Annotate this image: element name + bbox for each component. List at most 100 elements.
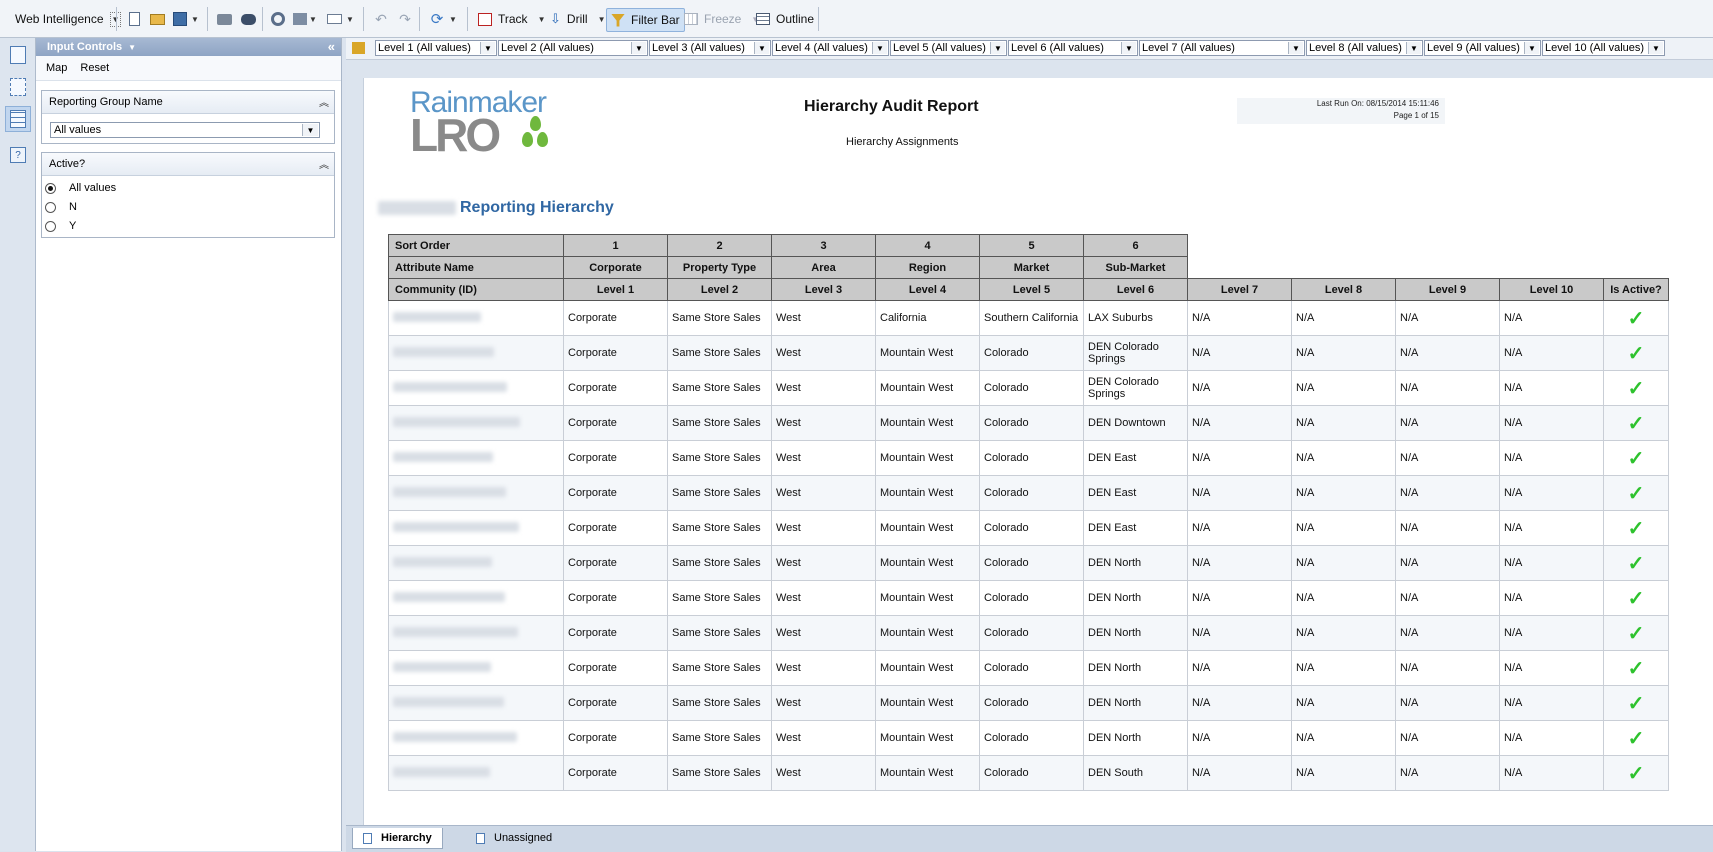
selected-value: All values (54, 124, 102, 136)
export-dropdown[interactable]: ▼ (307, 8, 319, 30)
table-cell: N/A (1291, 685, 1396, 721)
level-1-filter[interactable]: Level 1 (All values) ▼ (375, 40, 497, 56)
table-cell: Colorado (979, 580, 1084, 616)
print-button[interactable] (214, 8, 234, 30)
table-cell: Corporate (563, 615, 668, 651)
table-cell: N/A (1395, 720, 1500, 756)
level-3-filter[interactable]: Level 3 (All values) ▼ (649, 40, 771, 56)
table-cell: N/A (1291, 615, 1396, 651)
control-header: Active? ︽ (42, 153, 334, 176)
reporting-group-select[interactable]: All values ▼ (50, 122, 320, 138)
table-row: Corporate Same Store Sales West Mountain We… (388, 720, 1669, 756)
sort-order-cell: 1 (563, 234, 668, 257)
community-cell (388, 475, 564, 511)
table-cell: Same Store Sales (667, 510, 772, 546)
tab-unassigned[interactable]: Unassigned (466, 828, 562, 848)
table-cell: N/A (1291, 370, 1396, 406)
table-cell: Corporate (563, 650, 668, 686)
open-button[interactable] (147, 8, 167, 30)
find-button[interactable] (238, 8, 258, 30)
refresh-button[interactable]: ⟳ (427, 8, 447, 30)
radio-selected-icon[interactable] (45, 182, 56, 194)
chevron-down-icon[interactable]: ▼ (1121, 42, 1136, 54)
drill-button[interactable]: ⇩ Drill ▼ (550, 8, 606, 30)
chevron-down-icon[interactable]: ▼ (1406, 42, 1421, 54)
level-7-filter[interactable]: Level 7 (All values) ▼ (1139, 40, 1305, 56)
app-menu[interactable]: Web Intelligence ▼ (15, 8, 122, 30)
table-cell: West (771, 755, 876, 791)
table-cell: Mountain West (875, 720, 980, 756)
radio-icon[interactable] (45, 220, 56, 232)
radio-all-values[interactable]: All values (45, 179, 116, 197)
level-5-filter[interactable]: Level 5 (All values) ▼ (890, 40, 1007, 56)
table-cell: N/A (1187, 615, 1292, 651)
chevron-down-icon[interactable]: ▼ (302, 124, 318, 136)
refresh-dropdown[interactable]: ▼ (447, 8, 459, 30)
save-dropdown[interactable]: ▼ (189, 8, 201, 30)
filter-bar-button[interactable]: Filter Bar (606, 8, 685, 32)
chevron-down-icon[interactable]: ▼ (538, 15, 546, 24)
checkmark-icon: ✓ (1603, 545, 1669, 581)
table-cell: N/A (1187, 755, 1292, 791)
save-button[interactable] (170, 8, 190, 30)
level-8-filter[interactable]: Level 8 (All values) ▼ (1306, 40, 1423, 56)
table-cell: Corporate (563, 545, 668, 581)
input-controls-button[interactable] (5, 106, 31, 132)
redacted-community (393, 311, 481, 322)
collapse-control-icon[interactable]: ︽ (319, 156, 329, 171)
help-button[interactable]: ? (5, 142, 31, 168)
level-10-filter[interactable]: Level 10 (All values) ▼ (1542, 40, 1665, 56)
chevron-down-icon[interactable]: ▼ (872, 42, 887, 54)
tab-hierarchy[interactable]: Hierarchy (352, 828, 443, 849)
chevron-down-icon[interactable]: ▼ (1524, 42, 1539, 54)
email-button[interactable] (324, 8, 344, 30)
panel-title[interactable]: Input Controls (47, 41, 122, 53)
chevron-down-icon[interactable]: ▼ (598, 15, 606, 24)
chevron-down-icon[interactable]: ▼ (990, 42, 1005, 54)
level-9-filter[interactable]: Level 9 (All values) ▼ (1424, 40, 1541, 56)
new-document-icon (128, 12, 140, 26)
table-cell: Corporate (563, 335, 668, 371)
community-cell (388, 335, 564, 371)
table-cell: DEN North (1083, 685, 1188, 721)
chevron-down-icon[interactable]: ▼ (1288, 42, 1303, 54)
collapse-control-icon[interactable]: ︽ (319, 94, 329, 109)
attribute-name-cell: Area (771, 256, 876, 279)
chevron-down-icon[interactable]: ▼ (631, 42, 646, 54)
chevron-down-icon[interactable]: ▼ (128, 43, 136, 52)
level-2-filter[interactable]: Level 2 (All values) ▼ (498, 40, 648, 56)
chevron-down-icon[interactable]: ▼ (754, 42, 769, 54)
reset-link[interactable]: Reset (80, 62, 109, 74)
freeze-button[interactable]: Freeze ▼ (684, 8, 759, 30)
undo-button[interactable]: ↶ (371, 8, 391, 30)
chevron-down-icon: ▼ (346, 14, 354, 24)
new-document-button[interactable] (124, 8, 144, 30)
level-6-filter[interactable]: Level 6 (All values) ▼ (1008, 40, 1138, 56)
redacted-community (393, 486, 506, 497)
email-dropdown[interactable]: ▼ (344, 8, 356, 30)
drill-icon: ⇩ (550, 11, 561, 26)
checkmark-icon: ✓ (1603, 510, 1669, 546)
table-cell: Mountain West (875, 650, 980, 686)
table-cell: N/A (1187, 335, 1292, 371)
table-cell: DEN Colorado Springs (1083, 370, 1188, 406)
radio-icon[interactable] (45, 201, 56, 213)
navigation-map-button[interactable] (5, 74, 31, 100)
filter-value: Level 10 (All values) (1545, 42, 1645, 54)
radio-y[interactable]: Y (45, 217, 76, 235)
chevron-down-icon[interactable]: ▼ (1648, 42, 1663, 54)
collapse-panel-icon[interactable]: « (328, 39, 335, 54)
outline-button[interactable]: Outline (756, 8, 814, 30)
document-summary-button[interactable] (5, 42, 31, 68)
track-button[interactable]: Track ▼ (478, 8, 545, 30)
map-link[interactable]: Map (46, 62, 67, 74)
level-4-filter[interactable]: Level 4 (All values) ▼ (772, 40, 889, 56)
filter-value: Level 6 (All values) (1011, 42, 1104, 54)
table-cell: N/A (1499, 650, 1604, 686)
redo-button[interactable]: ↷ (395, 8, 415, 30)
table-cell: Same Store Sales (667, 685, 772, 721)
track-changes-button[interactable] (268, 8, 288, 30)
chevron-down-icon[interactable]: ▼ (480, 42, 495, 54)
table-cell: West (771, 335, 876, 371)
radio-n[interactable]: N (45, 198, 77, 216)
